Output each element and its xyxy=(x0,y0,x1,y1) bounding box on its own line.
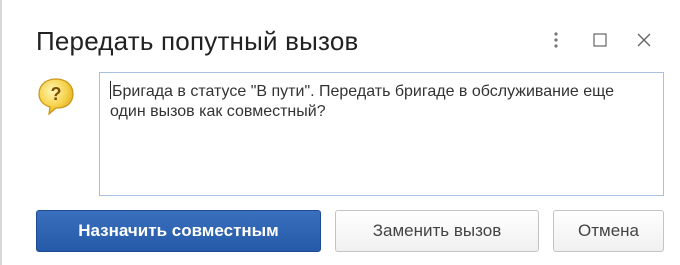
kebab-menu-icon xyxy=(554,32,558,48)
maximize-button[interactable] xyxy=(578,28,622,52)
message-text-box[interactable]: Бригада в статусе "В пути". Передать бри… xyxy=(99,72,664,196)
dialog-window: Передать попутный вызов ? Бригада в стат… xyxy=(0,0,680,265)
assign-joint-label: Назначить совместным xyxy=(78,221,279,240)
question-icon: ? xyxy=(38,78,74,116)
message-text: Бригада в статусе "В пути". Передать бри… xyxy=(110,83,615,120)
more-options-button[interactable] xyxy=(534,28,578,52)
assign-joint-button[interactable]: Назначить совместным xyxy=(36,210,321,252)
window-edge xyxy=(0,0,2,265)
maximize-icon xyxy=(593,33,607,47)
dialog-title: Передать попутный вызов xyxy=(36,26,359,56)
svg-text:?: ? xyxy=(51,84,62,104)
replace-call-button[interactable]: Заменить вызов xyxy=(335,210,539,252)
cancel-label: Отмена xyxy=(578,221,639,240)
cancel-button[interactable]: Отмена xyxy=(553,210,664,252)
title-bar-controls xyxy=(534,28,666,52)
replace-call-label: Заменить вызов xyxy=(372,221,502,240)
close-button[interactable] xyxy=(622,28,666,52)
text-caret xyxy=(110,81,111,99)
close-icon xyxy=(637,33,651,47)
